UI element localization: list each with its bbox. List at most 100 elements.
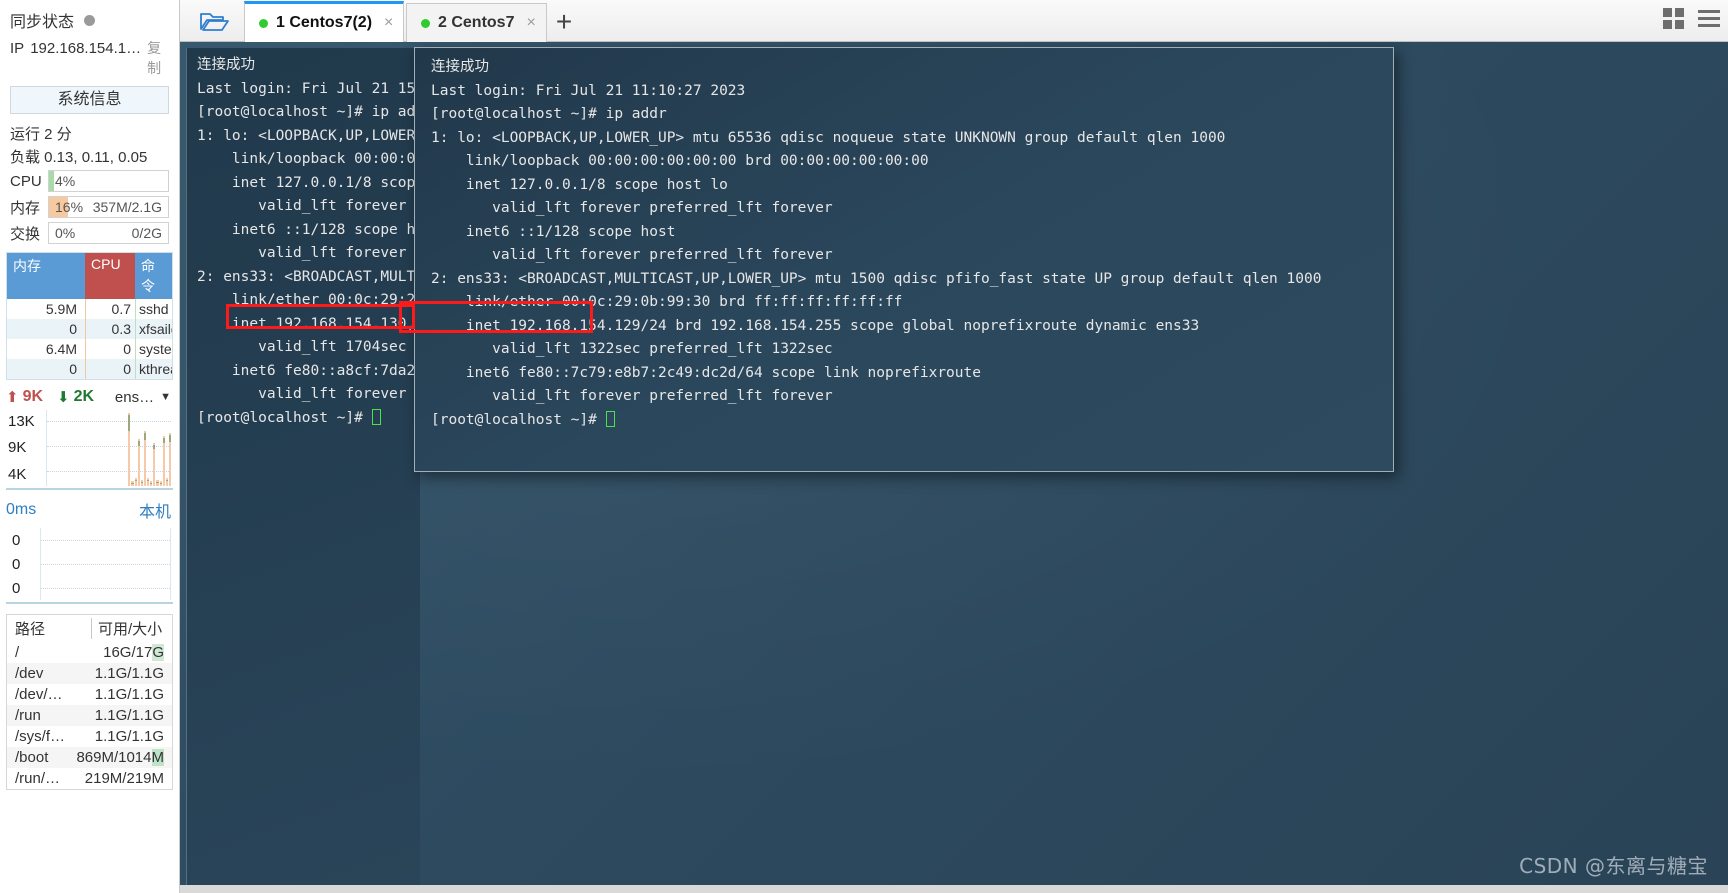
load-average-text: 负载 0.13, 0.11, 0.05: [10, 149, 148, 166]
meter-percent: 16%: [55, 199, 84, 215]
disk-row[interactable]: /run 1.1G/1.1G: [7, 705, 172, 726]
terminal-line: [root@localhost ~]# ip addr: [431, 106, 667, 122]
terminal-prompt: [root@localhost ~]#: [197, 409, 372, 426]
terminal-line: inet6 fe80::a8cf:7da2: [197, 362, 416, 379]
meter-row-内存: 内存 16% 357M/2.1G: [0, 194, 179, 220]
disk-path: /sys/f…: [15, 728, 66, 745]
disk-row[interactable]: /dev 1.1G/1.1G: [7, 663, 172, 684]
network-bar: [131, 481, 134, 486]
upload-arrow-icon: ⬆: [6, 389, 19, 406]
network-graph-y-axis: 13K 9K 4K: [8, 408, 42, 488]
terminal-cursor: [605, 410, 615, 427]
ping-graph-header: 0ms 本机: [0, 490, 179, 524]
network-interface-selector[interactable]: ens…: [115, 389, 154, 406]
system-monitor-sidebar: 同步状态 IP 192.168.154.1… 复制 系统信息 运行 2 分 负载…: [0, 0, 180, 893]
terminal-prompt-line: [root@localhost ~]#: [431, 409, 1393, 433]
chevron-down-icon[interactable]: ▼: [160, 391, 171, 403]
network-bar: [168, 432, 171, 486]
network-y-tick: 13K: [8, 412, 35, 430]
network-bar: [150, 481, 153, 486]
terminal-session-background[interactable]: 连接成功 Last login: Fri Jul 21 15 [root@local…: [186, 48, 420, 893]
process-mem: 0: [69, 361, 77, 377]
network-bar: [140, 479, 143, 486]
terminal-desktop: 连接成功 Last login: Fri Jul 21 15 [root@local…: [180, 42, 1728, 893]
network-bar: [153, 443, 156, 486]
meter-label: 交换: [10, 225, 41, 243]
terminal-line: Last login: Fri Jul 21 11:10:27 2023: [431, 82, 746, 99]
network-y-tick: 9K: [8, 439, 27, 457]
tabbar-right-icons: [1663, 8, 1720, 29]
process-row[interactable]: 5.9M 0.7 sshd: [7, 299, 172, 319]
process-cpu: 0: [85, 359, 135, 379]
new-tab-button[interactable]: +: [547, 6, 581, 38]
grid-view-icon[interactable]: [1663, 8, 1684, 29]
process-row[interactable]: 00kthreadd: [7, 359, 172, 379]
network-bar: [162, 435, 165, 486]
terminal-line: valid_lft forever preferred_lft forever: [431, 200, 833, 216]
ping-latency: 0ms: [6, 501, 37, 518]
system-info-button[interactable]: 系统信息: [10, 86, 169, 114]
meter-label: CPU: [10, 172, 42, 190]
ping-y-tick: 0: [12, 555, 21, 573]
network-bar: [143, 431, 146, 486]
terminal-session-foreground[interactable]: 连接成功 Last login: Fri Jul 21 11:10:27 2023…: [414, 47, 1394, 472]
ping-y-tick: 0: [12, 531, 21, 549]
meter-detail: 0/2G: [131, 225, 162, 241]
terminal-line: 1: lo: <LOOPBACK,UP,LOWER_UP> mtu 65536 …: [431, 129, 1226, 146]
terminal-line: inet 127.0.0.1/8 scope host lo: [431, 176, 728, 193]
terminal-line: inet6 ::1/128 scope h: [197, 221, 416, 238]
disk-path: /: [15, 644, 20, 661]
tab-close-icon[interactable]: ×: [526, 14, 535, 32]
download-arrow-icon: ⬇: [57, 389, 70, 406]
terminal-line: Last login: Fri Jul 21 15: [197, 80, 416, 97]
disk-path: /dev/…: [15, 686, 63, 703]
disk-row[interactable]: /boot 869M/1014M: [7, 747, 172, 768]
watermark-text: CSDN @东离与糖宝: [1519, 854, 1708, 878]
network-bar: [156, 479, 159, 486]
disk-usage-table: 路径 可用/大小 / 16G/17G/dev 1.1G/1.1G/dev/… 1.1G…: [6, 614, 173, 790]
disk-path: /boot: [15, 749, 49, 766]
meter-bar: 16% 357M/2.1G: [48, 196, 169, 218]
disk-table-body: / 16G/17G/dev 1.1G/1.1G/dev/… 1.1G/1.1G/run…: [7, 642, 172, 789]
ip-value: 192.168.154.1…: [30, 40, 142, 57]
process-col-cmd[interactable]: 命令: [135, 253, 172, 299]
tab-close-icon[interactable]: ×: [384, 14, 393, 32]
disk-size: 869M/1014M: [76, 749, 164, 766]
process-col-mem[interactable]: 内存: [7, 253, 85, 299]
tab-label: 2 Centos7: [438, 14, 515, 31]
terminal-line: valid_lft forever: [197, 198, 416, 214]
disk-row[interactable]: /dev/… 1.1G/1.1G: [7, 684, 172, 705]
process-row[interactable]: 6.4M 0systemd: [7, 339, 172, 359]
tab-status-dot-icon: [421, 18, 430, 28]
disk-size: 1.1G/1.1G: [94, 686, 164, 703]
meter-detail: 357M/2.1G: [92, 199, 162, 215]
terminal-line: link/loopback 00:00:0: [197, 151, 416, 167]
copy-ip-button[interactable]: 复制: [147, 38, 171, 78]
network-graph-header: ⬆ 9K ⬇ 2K ens… ▼: [0, 380, 179, 408]
disk-size: 1.1G/1.1G: [94, 707, 164, 724]
tab-2[interactable]: 2 Centos7 ×: [406, 3, 547, 42]
disk-path: /run/…: [15, 770, 61, 787]
ip-address-row: IP 192.168.154.1… 复制: [0, 36, 179, 84]
tab-1[interactable]: 1 Centos7(2) ×: [244, 1, 405, 42]
uptime-text: 运行 2 分: [10, 126, 72, 143]
ping-host-selector[interactable]: 本机: [139, 498, 171, 522]
disk-row[interactable]: / 16G/17G: [7, 642, 172, 663]
process-row[interactable]: 0 0.3xfsaild/d: [7, 319, 172, 339]
bottom-status-strip: [180, 885, 1728, 893]
meter-label: 内存: [10, 199, 41, 217]
network-y-tick: 4K: [8, 466, 27, 484]
process-col-cpu[interactable]: CPU: [85, 253, 135, 299]
disk-row[interactable]: /run/… 219M/219M: [7, 768, 172, 789]
hamburger-menu-icon[interactable]: [1698, 10, 1720, 27]
process-cpu: 0.7: [85, 299, 135, 319]
process-cmd: systemd: [135, 339, 172, 359]
terminal-line: valid_lft forever preferred_lft forever: [431, 388, 833, 404]
disk-row[interactable]: /sys/f… 1.1G/1.1G: [7, 726, 172, 747]
disk-size: 1.1G/1.1G: [94, 728, 164, 745]
process-table: 内存 CPU 命令 5.9M0.7sshd00.3xfsaild/d6.4M0s…: [6, 252, 173, 380]
folder-open-icon[interactable]: [192, 5, 236, 37]
terminal-line: link/loopback 00:00:00:00:00:00 brd 00:0…: [431, 153, 929, 169]
disk-size: 219M/219M: [84, 770, 164, 787]
terminal-line: 2: ens33: <BROADCAST,MULT: [197, 268, 416, 285]
